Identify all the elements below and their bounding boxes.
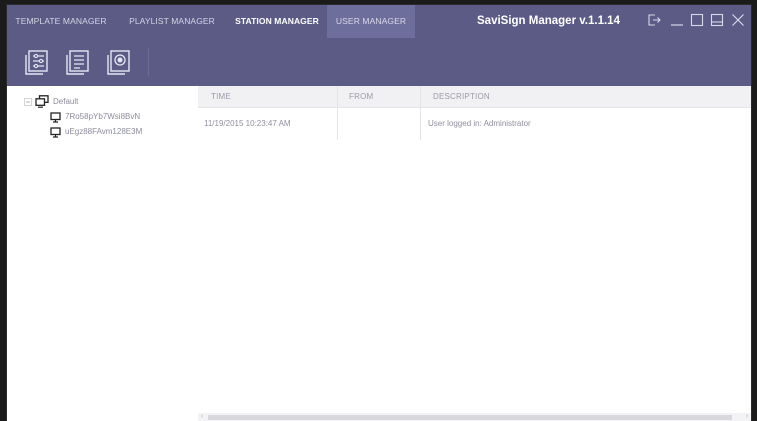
toolbar-separator bbox=[148, 48, 149, 76]
column-divider bbox=[420, 107, 421, 140]
log-grid: TIME FROM DESCRIPTION 11/19/2015 10:23:4… bbox=[198, 86, 751, 421]
horizontal-scrollbar[interactable]: ‹ › bbox=[198, 413, 751, 421]
cell-time: 11/19/2015 10:23:47 AM bbox=[204, 119, 291, 128]
scroll-left-icon[interactable]: ‹ bbox=[198, 413, 206, 421]
toolbar bbox=[7, 38, 751, 86]
app-title: SaviSign Manager v.1.1.14 bbox=[477, 15, 620, 27]
tree-node-label: uEgz88FAvm128E3M bbox=[65, 127, 143, 136]
scroll-right-icon[interactable]: › bbox=[743, 413, 751, 421]
cell-description: User logged in: Administrator bbox=[428, 119, 531, 128]
column-divider[interactable] bbox=[420, 86, 421, 107]
station-monitor-icon[interactable] bbox=[105, 48, 133, 76]
monitor-group-icon bbox=[35, 95, 49, 108]
station-tree: Default 7Ro58pYb7Wsi8BvN uEgz88FAvm128E3… bbox=[7, 86, 198, 421]
tree-node-label: 7Ro58pYb7Wsi8BvN bbox=[65, 112, 141, 121]
column-divider bbox=[337, 107, 338, 140]
station-settings-icon[interactable] bbox=[23, 48, 51, 76]
tab-template-manager[interactable]: TEMPLATE MANAGER bbox=[7, 5, 115, 38]
grid-header: TIME FROM DESCRIPTION bbox=[198, 86, 751, 108]
logout-icon[interactable] bbox=[646, 12, 662, 28]
tree-node-label: Default bbox=[53, 97, 79, 106]
scrollbar-thumb[interactable] bbox=[208, 415, 732, 420]
tab-user-manager[interactable]: USER MANAGER bbox=[327, 5, 415, 38]
close-icon[interactable] bbox=[730, 12, 746, 28]
monitor-icon bbox=[50, 112, 61, 123]
column-header-time[interactable]: TIME bbox=[211, 86, 231, 107]
column-header-description[interactable]: DESCRIPTION bbox=[433, 86, 490, 107]
tree-node-station[interactable]: uEgz88FAvm128E3M bbox=[50, 125, 195, 139]
column-header-from[interactable]: FROM bbox=[349, 86, 373, 107]
tree-node-default[interactable]: Default bbox=[24, 95, 194, 109]
collapse-icon[interactable] bbox=[24, 98, 32, 106]
station-list-icon[interactable] bbox=[64, 48, 92, 76]
app-window: TEMPLATE MANAGER PLAYLIST MANAGER STATIO… bbox=[7, 5, 751, 421]
minimize-icon[interactable] bbox=[669, 12, 685, 28]
maximize-icon[interactable] bbox=[689, 12, 705, 28]
column-divider[interactable] bbox=[337, 86, 338, 107]
tab-playlist-manager[interactable]: PLAYLIST MANAGER bbox=[121, 5, 223, 38]
tree-node-station[interactable]: 7Ro58pYb7Wsi8BvN bbox=[50, 110, 195, 124]
monitor-icon bbox=[50, 127, 61, 138]
title-bar: TEMPLATE MANAGER PLAYLIST MANAGER STATIO… bbox=[7, 5, 751, 38]
restore-icon[interactable] bbox=[709, 12, 725, 28]
tab-station-manager[interactable]: STATION MANAGER bbox=[229, 5, 325, 38]
